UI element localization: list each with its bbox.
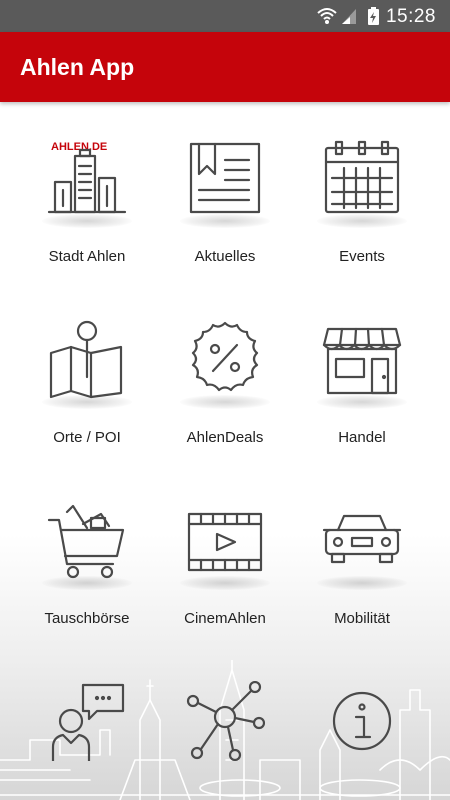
menu-item-stadt-ahlen[interactable]: AHLEN.DE Stadt Ahlen [12,102,162,283]
menu-item-label: Handel [338,429,386,446]
status-time: 15:28 [385,6,436,27]
menu-item-person-chat[interactable] [12,645,162,800]
menu-item-label: Stadt Ahlen [48,248,126,265]
person-chat-icon [51,683,125,761]
shopping-cart-icon [47,504,125,579]
wifi-icon [317,8,337,24]
newspaper-icon [189,142,261,214]
menu-item-label: Aktuelles [194,248,256,265]
menu-grid: AHLEN.DE Stadt Ahlen Aktuelles Events Or… [0,102,450,800]
menu-item-label: CinemAhlen [184,610,266,627]
menu-item-label: Orte / POI [53,429,121,446]
map-pin-icon [49,320,123,399]
menu-item-label: Events [339,248,385,265]
video-film-icon [187,512,263,572]
car-icon [322,514,402,564]
app-bar: Ahlen App [0,32,450,102]
info-icon [332,691,392,751]
storefront-icon [322,327,402,395]
calendar-icon [324,140,400,214]
status-bar: 15:28 [0,0,450,32]
menu-item-ahlendeals[interactable]: AhlenDeals [150,283,300,464]
menu-item-network[interactable] [150,645,300,800]
app-title: Ahlen App [20,54,135,80]
status-icons [317,7,379,25]
menu-item-mobilitaet[interactable]: Mobilität [287,464,437,645]
menu-item-events[interactable]: Events [287,102,437,283]
menu-item-cinemahlen[interactable]: CinemAhlen [150,464,300,645]
signal-icon [342,9,356,24]
battery-charging-icon [368,7,379,25]
menu-item-handel[interactable]: Handel [287,283,437,464]
menu-item-orte-poi[interactable]: Orte / POI [12,283,162,464]
menu-item-aktuelles[interactable]: Aktuelles [150,102,300,283]
menu-item-label: Tauschbörse [44,610,130,627]
menu-item-label: Mobilität [334,610,390,627]
network-icon [186,681,265,761]
percent-badge-icon [191,321,259,392]
menu-item-label: AhlenDeals [186,429,264,446]
city-buildings-icon: AHLEN.DE [47,141,127,214]
menu-item-info[interactable] [287,645,437,800]
menu-item-tauschboerse[interactable]: Tauschbörse [12,464,162,645]
